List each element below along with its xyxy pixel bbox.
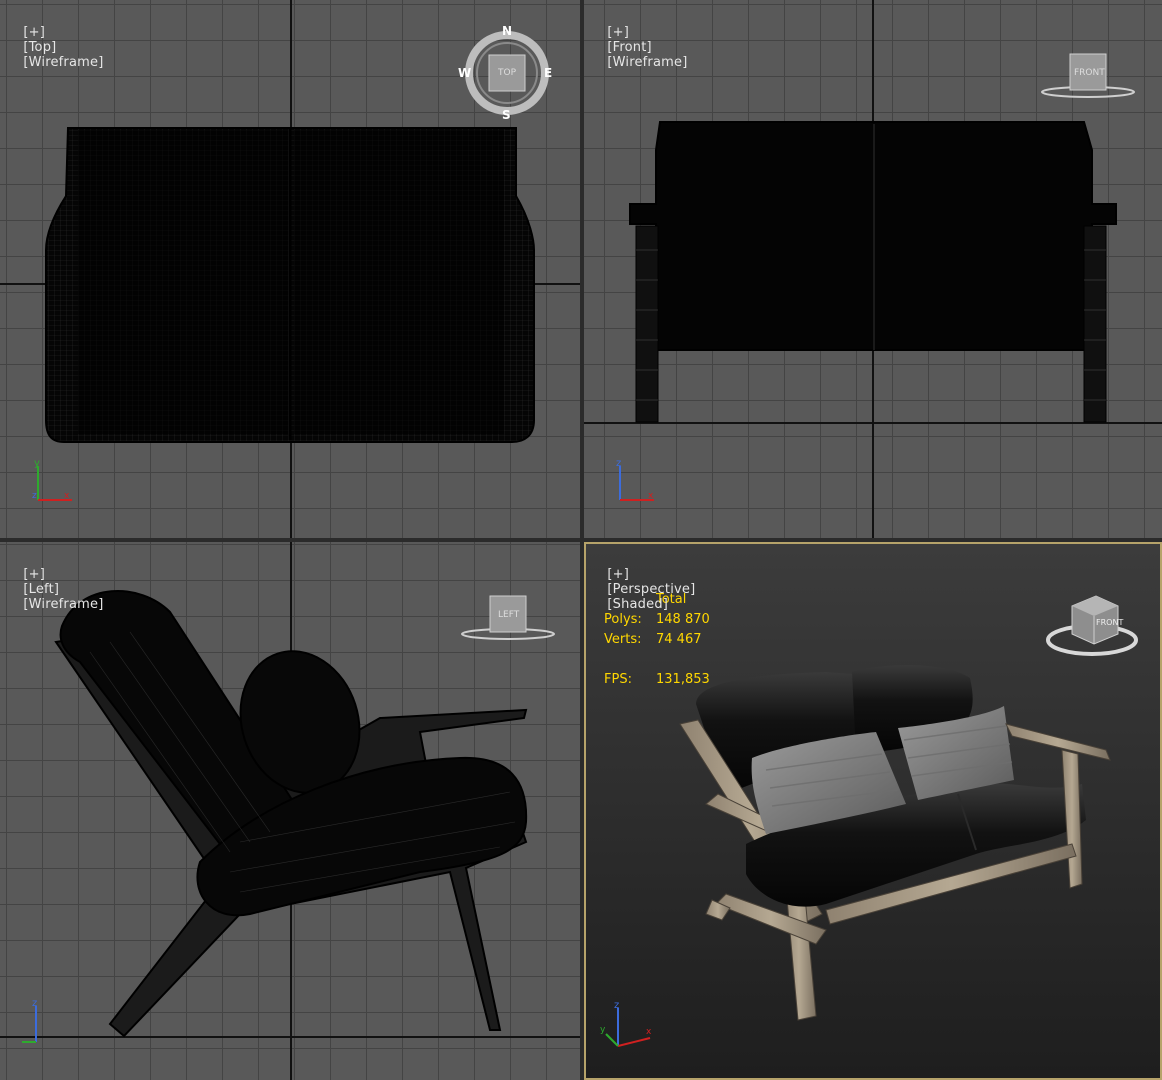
viewport-label-top[interactable]: [+] [Top] [Wireframe] [6,10,103,85]
compass-e-label: E [544,66,553,80]
svg-text:x: x [64,491,70,501]
viewport-perspective[interactable]: Total Polys: 148 870 Verts: 74 467 FPS: 131… [584,542,1162,1080]
viewport-left[interactable]: LEFT z [+] [Left] [Wireframe] [0,542,580,1080]
viewport-shading-mode[interactable]: [Wireframe] [607,55,687,70]
viewport-menu-plus[interactable]: [+] [23,567,45,582]
compass-n-label: N [502,24,513,38]
svg-text:z: z [32,998,37,1009]
svg-text:x: x [648,491,654,501]
viewport-label-left[interactable]: [+] [Left] [Wireframe] [6,552,103,627]
verts-value: 74 467 [656,632,702,647]
viewport-menu-plus[interactable]: [+] [23,25,45,40]
viewport-front[interactable]: FRONT z x [+] [Front] [Wireframe] [584,0,1162,538]
svg-text:z: z [32,491,37,501]
axis-triad-perspective: z x y [600,1002,652,1047]
viewport-menu-plus[interactable]: [+] [607,25,629,40]
viewcube-top[interactable]: TOP N S E W [458,24,553,122]
viewcube-perspective[interactable]: FRONT [1042,588,1142,664]
fps-value: 131,853 [656,672,710,687]
viewport-point-of-view[interactable]: [Left] [23,582,59,597]
viewport-label-perspective[interactable]: [+] [Perspective] [Shaded] [590,552,700,627]
viewcube-front[interactable]: FRONT [1038,50,1138,102]
svg-text:y: y [34,458,40,469]
viewport-shading-mode[interactable]: [Wireframe] [23,55,103,70]
stats-fps-row: FPS: 131,853 [604,670,710,690]
viewcube-face-label: FRONT [1074,68,1105,78]
viewcube-left[interactable]: LEFT [458,592,558,644]
stats-verts-row: Verts: 74 467 [604,630,710,650]
svg-text:x: x [646,1027,652,1037]
viewcube-face-label: TOP [498,68,517,78]
viewport-top[interactable]: TOP N S E W y z x [+] [Top] [Wireframe] [0,0,580,538]
viewport-menu-plus[interactable]: [+] [607,567,629,582]
fps-label: FPS: [604,672,632,687]
viewport-shading-mode[interactable]: [Shaded] [607,597,668,612]
viewport-label-front[interactable]: [+] [Front] [Wireframe] [590,10,687,85]
verts-label: Verts: [604,632,642,647]
viewcube-face-label: LEFT [498,610,520,620]
svg-text:y: y [600,1025,606,1035]
viewport-point-of-view[interactable]: [Top] [23,40,56,55]
axis-triad-top: y z x [32,458,72,501]
viewport-shading-mode[interactable]: [Wireframe] [23,597,103,612]
viewport-point-of-view[interactable]: [Perspective] [607,582,695,597]
axis-triad-front: z x [616,458,654,501]
compass-s-label: S [502,108,511,122]
viewcube-face-label: FRONT [1096,618,1124,627]
viewport-point-of-view[interactable]: [Front] [607,40,651,55]
compass-w-label: W [458,66,472,80]
axis-triad-left: z [22,998,37,1043]
svg-text:z: z [616,458,621,469]
svg-text:z: z [614,1002,619,1011]
